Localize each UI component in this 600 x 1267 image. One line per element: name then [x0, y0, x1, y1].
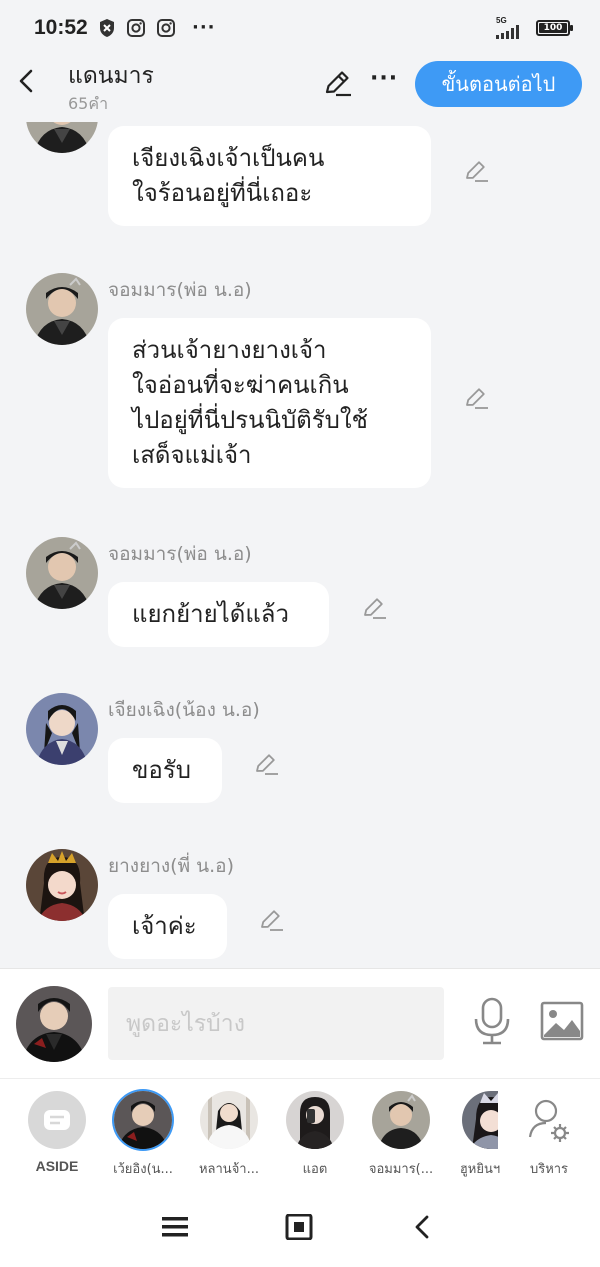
sender-name: ยางยาง(พี่ น.อ)	[108, 855, 234, 877]
character-selector: ASIDE เว้ยอิง(น... หลานจ้า... แอต จอมมาร…	[0, 1078, 600, 1188]
manage-characters[interactable]: บริหาร	[512, 1091, 586, 1179]
chat-area: เจียงเฉิงเจ้าเป็นคน ใจร้อนอยู่ที่นี่เถอะ…	[0, 122, 600, 968]
character-avatar	[372, 1091, 430, 1149]
image-icon[interactable]	[540, 1001, 584, 1041]
edit-message-icon[interactable]	[253, 751, 279, 777]
character-demon-lord[interactable]: จอมมาร(...	[358, 1091, 444, 1179]
character-name: เว้ยอิง(น...	[113, 1162, 173, 1177]
edit-message-icon[interactable]	[463, 158, 489, 184]
message-bubble: เจ้าค่ะ	[108, 894, 227, 959]
more-options-icon[interactable]: ···	[370, 66, 398, 91]
character-name: แอต	[302, 1162, 328, 1177]
microphone-icon[interactable]	[472, 997, 512, 1045]
message-line: เจ้าค่ะ	[132, 912, 197, 940]
character-weiying[interactable]: เว้ยอิง(น...	[100, 1091, 186, 1179]
sender-name: จอมมาร(พ่อ น.อ)	[108, 543, 252, 565]
next-step-button[interactable]: ขั้นตอนต่อไป	[415, 61, 582, 107]
aside-avatar	[28, 1091, 86, 1149]
current-character-avatar[interactable]	[16, 986, 92, 1062]
edit-message-icon[interactable]	[361, 595, 387, 621]
avatar[interactable]	[26, 122, 98, 153]
edit-message-icon[interactable]	[463, 385, 489, 411]
edit-title-icon[interactable]	[322, 68, 352, 98]
network-type: 5G	[496, 16, 507, 25]
more-notifications-icon: ···	[192, 17, 216, 38]
avatar[interactable]	[26, 537, 98, 609]
shield-icon	[100, 18, 114, 37]
message-bubble: ขอรับ	[108, 738, 222, 803]
sender-name: จอมมาร(พ่อ น.อ)	[108, 279, 252, 301]
edit-message-icon[interactable]	[258, 907, 284, 933]
character-lanzhan[interactable]: หลานจ้า...	[186, 1091, 272, 1179]
message-line: เจียงเฉิงเจ้าเป็นคน	[132, 144, 325, 172]
instagram-icon	[157, 18, 175, 37]
sender-name: เจียงเฉิง(น้อง น.อ)	[108, 699, 260, 721]
word-count: 65คำ	[68, 94, 109, 113]
message-line: เสด็จแม่เจ้า	[132, 441, 252, 469]
composer	[0, 968, 600, 1078]
character-name: หลานจ้า...	[198, 1162, 260, 1177]
back-arrow-icon[interactable]	[14, 68, 40, 94]
system-navbar	[0, 1188, 600, 1267]
chat-bubble-icon	[44, 1110, 70, 1130]
message-line: ใจอ่อนที่จะฆ่าคนเกิน	[132, 371, 349, 399]
message-bubble: ส่วนเจ้ายางยางเจ้า ใจอ่อนที่จะฆ่าคนเกิน …	[108, 318, 431, 488]
character-name: บริหาร	[529, 1162, 569, 1177]
signal-icon	[496, 25, 519, 39]
message-line: ส่วนเจ้ายางยางเจ้า	[132, 336, 327, 364]
battery-icon: 100	[536, 20, 573, 36]
status-time: 10:52	[34, 16, 88, 39]
avatar[interactable]	[26, 693, 98, 765]
character-name: ASIDE	[35, 1158, 79, 1174]
message-input[interactable]	[108, 987, 444, 1060]
avatar[interactable]	[26, 849, 98, 921]
status-bar: 10:52 ··· 5G 100	[0, 0, 600, 56]
page-title: แดนมาร	[68, 63, 154, 89]
character-avatar	[462, 1091, 498, 1149]
character-name: จอมมาร(...	[368, 1162, 434, 1177]
message-line: ไปอยู่ที่นี่ปรนนิบัติรับใช้	[132, 406, 368, 434]
character-name: ฮูหยินฯ	[459, 1162, 501, 1177]
character-huyin[interactable]: ฮูหยินฯ	[444, 1091, 516, 1179]
character-avatar	[286, 1091, 344, 1149]
message-line: ขอรับ	[132, 756, 191, 784]
message-bubble: เจียงเฉิงเจ้าเป็นคน ใจร้อนอยู่ที่นี่เถอะ	[108, 126, 431, 226]
character-aet[interactable]: แอต	[272, 1091, 358, 1179]
manage-icon	[520, 1091, 578, 1149]
recent-apps-icon[interactable]	[160, 1214, 190, 1240]
character-aside[interactable]: ASIDE	[14, 1091, 100, 1174]
header: แดนมาร 65คำ ··· ขั้นตอนต่อไป	[0, 56, 600, 122]
character-avatar	[200, 1091, 258, 1149]
message-bubble: แยกย้ายได้แล้ว	[108, 582, 329, 647]
instagram-icon	[127, 18, 145, 37]
message-line: ใจร้อนอยู่ที่นี่เถอะ	[132, 179, 313, 207]
battery-level: 100	[543, 23, 563, 33]
avatar[interactable]	[26, 273, 98, 345]
message-line: แยกย้ายได้แล้ว	[132, 600, 289, 628]
home-icon[interactable]	[284, 1214, 314, 1240]
back-icon[interactable]	[408, 1214, 438, 1240]
character-avatar	[114, 1091, 172, 1149]
